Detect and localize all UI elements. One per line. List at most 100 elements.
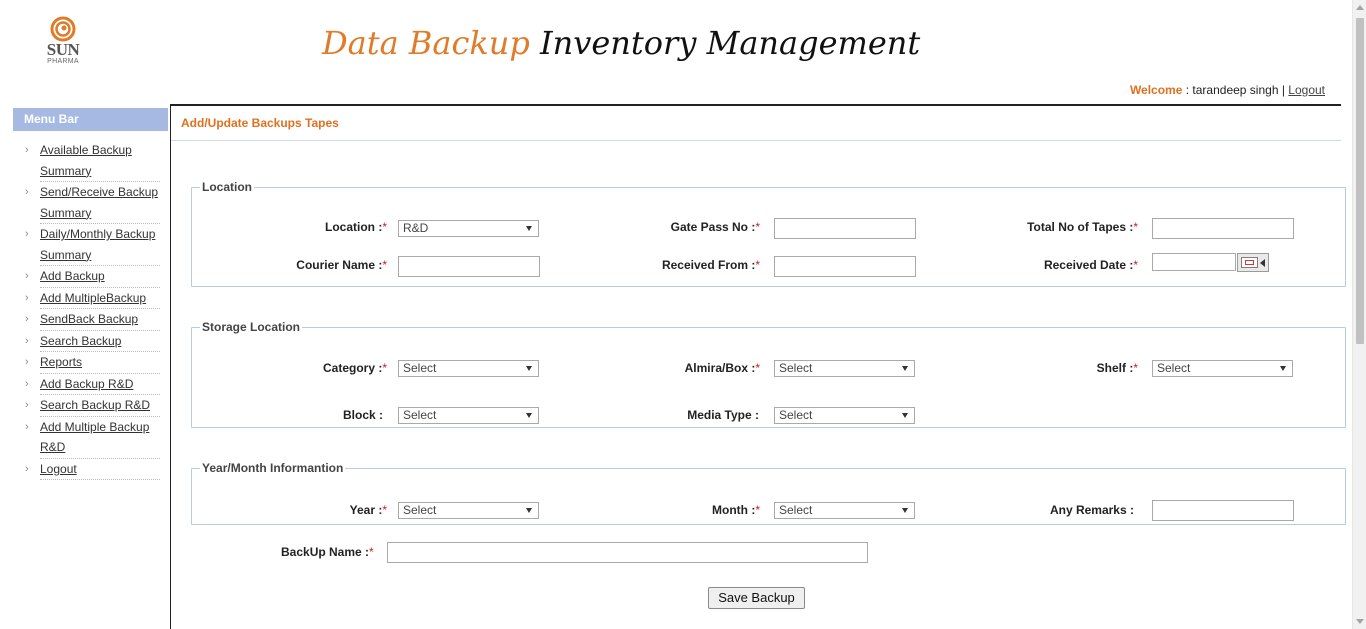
received-from-label: Received From :* xyxy=(661,258,760,272)
app-title: Data Backup Inventory Management xyxy=(322,22,920,64)
scrollbar-thumb[interactable] xyxy=(1356,18,1364,344)
block-label: Block : xyxy=(342,408,383,422)
received-date-label: Received Date :* xyxy=(1043,258,1138,272)
month-label: Month :* xyxy=(712,503,760,517)
sidebar-item-available-backup-summary: › Available Backup Summary xyxy=(13,140,168,182)
sidebar-link[interactable]: Add MultipleBackup xyxy=(40,288,160,309)
storage-fieldset: Storage Location Category :* Select Almi… xyxy=(191,320,1346,428)
shelf-label: Shelf :* xyxy=(1096,361,1138,375)
sidebar-link[interactable]: Logout xyxy=(40,459,160,480)
received-from-input[interactable] xyxy=(774,256,916,277)
sidebar: Menu Bar › Available Backup Summary › Send… xyxy=(13,108,168,480)
year-label: Year :* xyxy=(349,503,387,517)
menu-heading: Menu Bar xyxy=(13,108,168,131)
welcome-label: Welcome xyxy=(1129,83,1183,97)
any-remarks-input[interactable] xyxy=(1152,500,1294,521)
chevron-down-icon xyxy=(902,366,908,371)
vertical-scrollbar[interactable] xyxy=(1352,0,1366,629)
sidebar-link[interactable]: Send/Receive Backup Summary xyxy=(40,182,160,224)
welcome-separator: : xyxy=(1182,83,1193,97)
year-month-fieldset: Year/Month Informantion Year :* Select M… xyxy=(191,461,1346,525)
shelf-select[interactable]: Select xyxy=(1152,360,1293,377)
sidebar-link[interactable]: Daily/Monthly Backup Summary xyxy=(40,224,160,266)
sidebar-item-add-backup-rnd: › Add Backup R&D xyxy=(13,374,168,395)
gate-pass-label: Gate Pass No :* xyxy=(670,220,760,234)
chevron-right-icon: › xyxy=(25,420,29,433)
header-logout-link[interactable]: Logout xyxy=(1288,83,1325,97)
sidebar-link[interactable]: Search Backup xyxy=(40,331,160,352)
courier-name-input[interactable] xyxy=(398,256,540,277)
storage-legend: Storage Location xyxy=(202,320,301,334)
month-select[interactable]: Select xyxy=(774,502,915,519)
sun-logo-icon xyxy=(50,16,76,42)
app-title-part1: Data Backup xyxy=(322,24,530,62)
location-select[interactable]: R&D xyxy=(398,220,539,237)
logo-text: SUN xyxy=(46,40,80,59)
backup-name-input[interactable] xyxy=(387,542,868,563)
almira-box-label: Almira/Box :* xyxy=(684,361,760,375)
any-remarks-label: Any Remarks : xyxy=(1049,503,1134,517)
page-header: SUN PHARMA Data Backup Inventory Managem… xyxy=(0,0,1352,104)
sidebar-link[interactable]: Reports xyxy=(40,352,160,374)
divider: | xyxy=(1278,83,1289,97)
received-date-input[interactable] xyxy=(1152,253,1236,271)
gate-pass-input[interactable] xyxy=(774,218,916,239)
chevron-right-icon: › xyxy=(25,356,29,368)
chevron-down-icon xyxy=(526,366,532,371)
save-backup-button[interactable]: Save Backup xyxy=(708,587,805,609)
sidebar-item-add-backup: › Add Backup xyxy=(13,266,168,288)
page-title: Add/Update Backups Tapes xyxy=(181,116,339,130)
chevron-right-icon: › xyxy=(25,291,29,304)
location-label: Location :* xyxy=(325,220,387,234)
title-divider xyxy=(171,140,1341,141)
scroll-down-icon[interactable] xyxy=(1356,619,1364,624)
chevron-down-icon xyxy=(526,508,532,513)
chevron-right-icon: › xyxy=(25,186,29,198)
year-month-legend: Year/Month Informantion xyxy=(202,461,344,475)
app-title-part2: Inventory Management xyxy=(540,24,921,62)
chevron-down-icon xyxy=(1280,366,1286,371)
sidebar-item-reports: › Reports xyxy=(13,352,168,374)
category-select[interactable]: Select xyxy=(398,360,539,377)
sidebar-item-add-multiple-backup: › Add MultipleBackup xyxy=(13,288,168,309)
chevron-right-icon: › xyxy=(25,399,29,411)
chevron-right-icon: › xyxy=(25,270,29,282)
scroll-up-icon[interactable] xyxy=(1356,5,1364,10)
sidebar-item-sendback-backup: › SendBack Backup xyxy=(13,309,168,331)
sidebar-link[interactable]: Add Backup R&D xyxy=(40,374,160,395)
sun-pharma-logo: SUN PHARMA xyxy=(40,16,86,74)
category-label: Category :* xyxy=(322,361,387,375)
total-tapes-input[interactable] xyxy=(1152,218,1294,239)
sidebar-item-logout: › Logout xyxy=(13,459,168,480)
chevron-right-icon: › xyxy=(25,334,29,347)
sidebar-link[interactable]: Available Backup Summary xyxy=(40,140,160,182)
chevron-down-icon xyxy=(902,508,908,513)
sidebar-link[interactable]: SendBack Backup xyxy=(40,309,160,331)
media-type-select[interactable]: Select xyxy=(774,407,915,424)
total-tapes-label: Total No of Tapes :* xyxy=(1027,220,1138,234)
courier-name-label: Courier Name :* xyxy=(296,258,387,272)
sidebar-item-add-multiple-backup-rnd: › Add Multiple Backup R&D xyxy=(13,417,168,459)
location-legend: Location xyxy=(202,180,252,194)
backup-name-label: BackUp Name :* xyxy=(281,545,374,559)
user-name: tarandeep singh xyxy=(1192,83,1279,97)
chevron-right-icon: › xyxy=(25,144,29,156)
almira-box-select[interactable]: Select xyxy=(774,360,915,377)
chevron-right-icon: › xyxy=(25,228,29,240)
chevron-right-icon: › xyxy=(25,313,29,325)
block-select[interactable]: Select xyxy=(398,407,539,424)
chevron-right-icon: › xyxy=(25,377,29,390)
sidebar-item-daily-monthly-summary: › Daily/Monthly Backup Summary xyxy=(13,224,168,266)
chevron-down-icon xyxy=(526,413,532,418)
year-select[interactable]: Select xyxy=(398,502,539,519)
sidebar-link[interactable]: Search Backup R&D xyxy=(40,395,160,417)
chevron-right-icon: › xyxy=(25,462,29,475)
chevron-down-icon xyxy=(526,226,532,231)
logo-subtext: PHARMA xyxy=(47,58,79,65)
calendar-icon[interactable] xyxy=(1237,253,1269,272)
main-content: Add/Update Backups Tapes Location Locati… xyxy=(171,106,1346,629)
chevron-down-icon xyxy=(902,413,908,418)
sidebar-link[interactable]: Add Multiple Backup R&D xyxy=(40,417,160,459)
sidebar-item-search-backup: › Search Backup xyxy=(13,331,168,352)
sidebar-link[interactable]: Add Backup xyxy=(40,266,160,288)
